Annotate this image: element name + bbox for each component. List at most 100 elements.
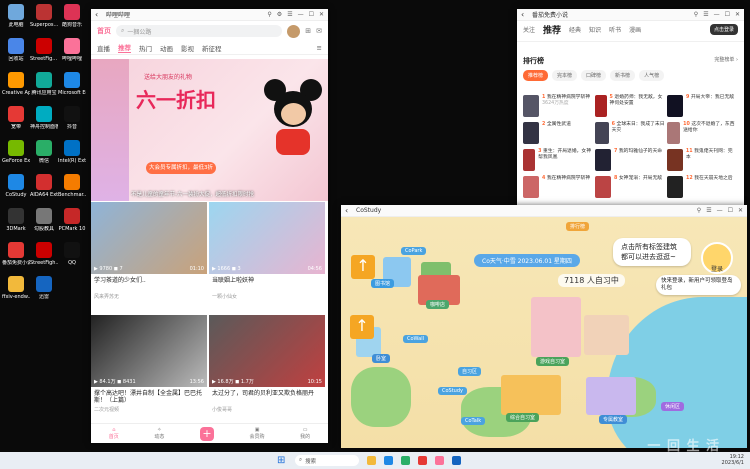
nav-home[interactable]: ⌂ 首页 (109, 427, 119, 440)
desktop-icon[interactable]: StreetFigh... (30, 242, 58, 266)
publish-button[interactable]: + (199, 426, 214, 441)
desktop-icon[interactable]: QQ (58, 242, 86, 266)
rank-badge[interactable]: 排行榜 (566, 222, 590, 231)
map-location-label[interactable]: CoWall (403, 335, 429, 343)
rank-item[interactable]: 8 女神宠溺：开局无敌 (595, 176, 665, 200)
tab-item[interactable]: 新征程 (202, 43, 222, 53)
wechat-icon[interactable] (401, 456, 410, 465)
desktop-icon[interactable]: 抖音 (58, 106, 86, 130)
castle-building[interactable] (584, 315, 629, 355)
rank-chip[interactable]: 推荐榜 (523, 70, 549, 81)
tab-item[interactable]: 直播 (97, 43, 110, 53)
novel-tab[interactable]: 听书 (609, 25, 621, 34)
tab-item[interactable]: 热门 (139, 43, 152, 53)
login-button[interactable]: 点击登录 (709, 23, 738, 35)
back-icon[interactable]: ‹ (95, 10, 103, 19)
desktop-icon[interactable]: Superpos... Benchmark (30, 4, 58, 28)
study-hall-building[interactable] (501, 375, 561, 415)
file-explorer-icon[interactable] (367, 456, 376, 465)
video-card[interactable]: ▶ 9780 ◼ 7 01:10 学习茶道的少女们.. 风来弄苏无 (91, 202, 207, 314)
windows-start-icon[interactable]: ⊞ (277, 455, 287, 466)
video-card[interactable]: ▶ 16.8万 ◼ 1.7万 10:15 太过分了，司君的贝利亚又欺负格丽丹 小俊哥哥 (209, 315, 325, 427)
desktop-icon[interactable]: 勾股教具 (30, 208, 58, 232)
desktop-icon[interactable]: 微信 (30, 140, 58, 164)
desktop-icon[interactable]: 腾讯应用宝 (30, 72, 58, 96)
novel-tab[interactable]: 推荐 (543, 23, 561, 36)
maximize-button[interactable]: ☐ (725, 11, 730, 18)
back-icon[interactable]: ‹ (345, 206, 353, 215)
rank-item[interactable]: 9 开局大帝：我已无敌 (667, 95, 737, 119)
desktop-icon[interactable]: 哔哩哔哩 (58, 38, 86, 62)
tower-building[interactable] (531, 297, 581, 357)
map-location-label[interactable]: 咖啡店 (426, 300, 450, 309)
minimize-button[interactable]: — (717, 207, 723, 214)
rank-item[interactable]: 10 这次不退婚了，东西送给你 (667, 122, 737, 146)
taskbar-search[interactable]: ⌕ 搜索 (295, 455, 359, 466)
close-button[interactable]: ✕ (319, 11, 324, 18)
uploader-name[interactable]: 小俊哥哥 (209, 404, 325, 415)
pin-icon[interactable]: ⚲ (694, 11, 698, 18)
tab-menu-icon[interactable]: ≡ (317, 44, 322, 52)
maximize-button[interactable]: ☐ (309, 11, 314, 18)
rank-more-link[interactable]: 完整榜单 › (714, 56, 738, 66)
edge-icon[interactable] (384, 456, 393, 465)
novel-tab[interactable]: 关注 (523, 25, 535, 34)
nav-dynamic[interactable]: ✧ 动态 (154, 427, 164, 440)
map-location-label[interactable]: 自习区 (458, 367, 482, 376)
game-icon[interactable]: ⊞ (305, 27, 311, 35)
promo-banner[interactable]: 送给大朋友的礼物 六一折扣 大会员专属折扣，最低3折 不是儿童的童年节-六一装扮… (91, 59, 328, 201)
classroom-building[interactable] (586, 377, 636, 415)
tab-item[interactable]: 影视 (181, 43, 194, 53)
uploader-name[interactable]: 二次元视频 (91, 404, 207, 415)
desktop-icon[interactable]: Microsoft Edge (58, 72, 86, 96)
map-location-label[interactable]: CoPark (401, 247, 427, 255)
video-card[interactable]: ▶ 84.1万 ◼ 8431 13:56 撑个高达吧！漂井自制【全金属】巴巴托斯！（… (91, 315, 207, 427)
campus-map[interactable]: ↑ ↑ Co天气·中雪 2023.06.01 星期四 7118 人自习中 点击所… (341, 217, 747, 448)
nav-mine[interactable]: ▭ 我的 (300, 427, 310, 440)
nav-shop[interactable]: ▣ 会员购 (250, 427, 265, 440)
novel-tab[interactable]: 漫画 (629, 25, 641, 34)
map-location-label[interactable]: 游戏自习室 (536, 357, 570, 366)
rank-chip[interactable]: 口碑榜 (581, 70, 607, 81)
desktop-icon[interactable]: CoStudy (2, 174, 30, 198)
menu-icon[interactable]: ☰ (706, 207, 711, 214)
uploader-name[interactable]: 风来弄苏无 (91, 291, 207, 302)
mail-icon[interactable]: ✉ (316, 27, 322, 35)
minimize-button[interactable]: — (714, 11, 720, 18)
tab-item[interactable]: 动画 (160, 43, 173, 53)
map-location-label[interactable]: CoStudy (438, 387, 467, 395)
rank-item[interactable]: 11 我鬼佬天刊网：完本 (667, 149, 737, 173)
pin-icon[interactable]: ⚲ (697, 207, 701, 214)
novel-tab[interactable]: 知识 (589, 25, 601, 34)
desktop-icon[interactable]: 3DMark (2, 208, 30, 232)
maximize-button[interactable]: ☐ (728, 207, 733, 214)
map-location-label[interactable]: 图书馆 (371, 279, 395, 288)
clock[interactable]: 19:12 2023/6/1 (722, 454, 744, 466)
desktop-icon[interactable]: AIDA64 Extreme (30, 174, 58, 198)
rank-item[interactable]: 7 我的玛雅仙子的天命 (595, 149, 665, 173)
desktop-icon[interactable]: 宽带 (2, 106, 30, 130)
rank-chip[interactable]: 新书榜 (610, 70, 636, 81)
desktop-icon[interactable]: Intel(R) Extre... (58, 140, 86, 164)
menu-icon[interactable]: ☰ (703, 11, 708, 18)
map-location-label[interactable]: CoTalk (461, 417, 486, 425)
desktop-icon[interactable]: GeForce Experience (2, 140, 30, 164)
desktop-icon[interactable]: 此电脑 (2, 4, 30, 28)
tab-item[interactable]: 推荐 (118, 42, 131, 53)
login-button[interactable]: 登录 (701, 242, 733, 274)
map-location-label[interactable]: 综合自习室 (506, 413, 540, 422)
rank-item[interactable]: 4 我在精神病院学斩神 (523, 176, 593, 200)
map-location-label[interactable]: 专属教室 (599, 415, 628, 424)
desktop-icon[interactable]: 回收站 (2, 38, 30, 62)
desktop-icon[interactable]: 番茄免费小说 (2, 242, 30, 266)
map-location-label[interactable]: 卧室 (372, 354, 391, 363)
settings-icon[interactable]: ⚙ (277, 11, 282, 18)
rank-chip[interactable]: 人气榜 (639, 70, 665, 81)
rank-item[interactable]: 5 退婚药师：我无敌，女神何处安置 (595, 95, 665, 119)
rank-item[interactable]: 1 我在精神病院学斩神 3624万热度 (523, 95, 593, 119)
back-icon[interactable]: ‹ (521, 10, 529, 19)
desktop-icon[interactable]: Benchmar... (58, 174, 86, 198)
app-icon[interactable] (418, 456, 427, 465)
rank-chip[interactable]: 完本榜 (552, 70, 578, 81)
pin-icon[interactable]: ⚲ (267, 11, 271, 18)
